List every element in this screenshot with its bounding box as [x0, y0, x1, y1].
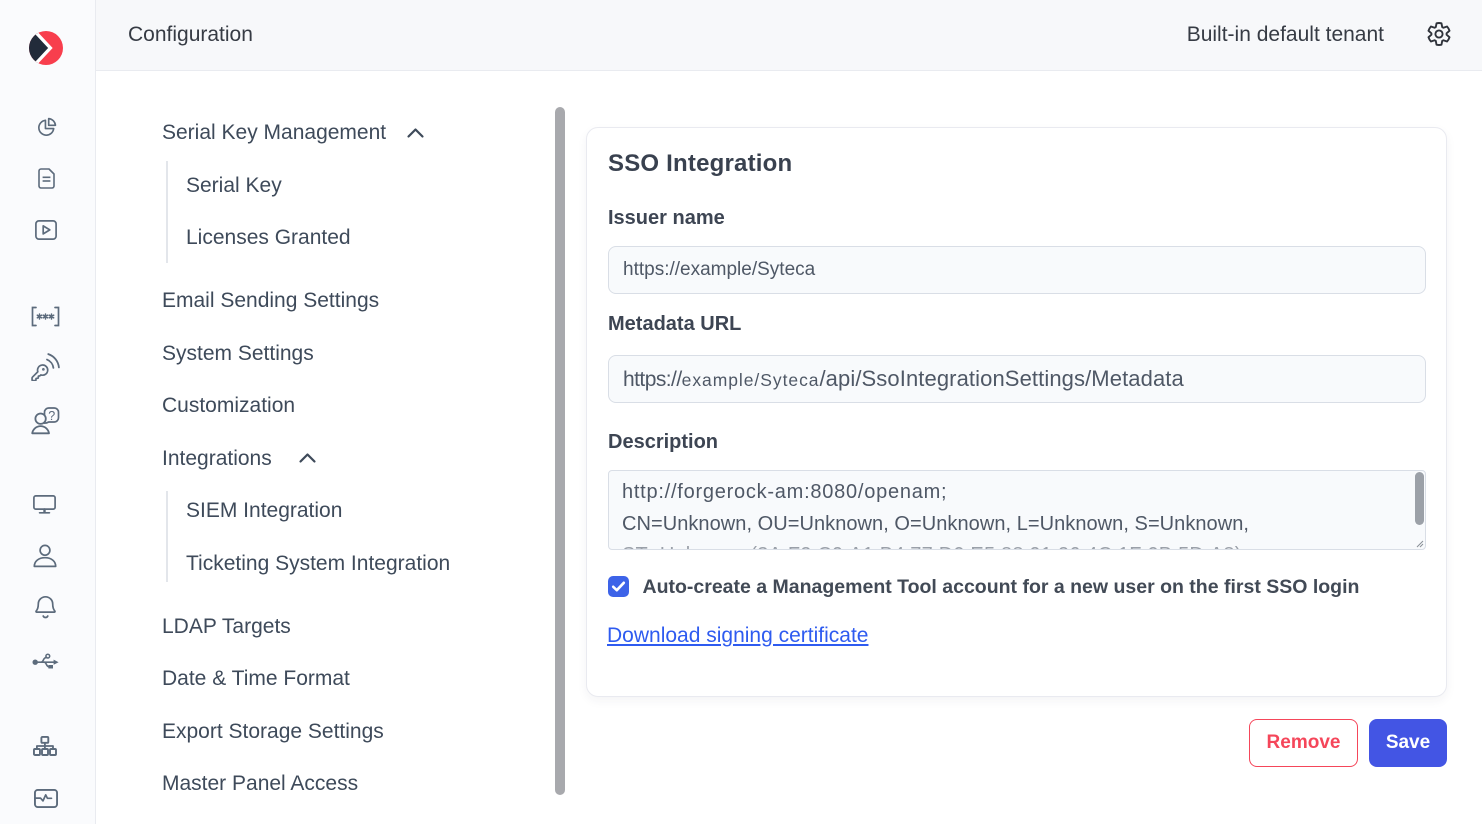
svg-text:?: ? — [48, 409, 55, 423]
